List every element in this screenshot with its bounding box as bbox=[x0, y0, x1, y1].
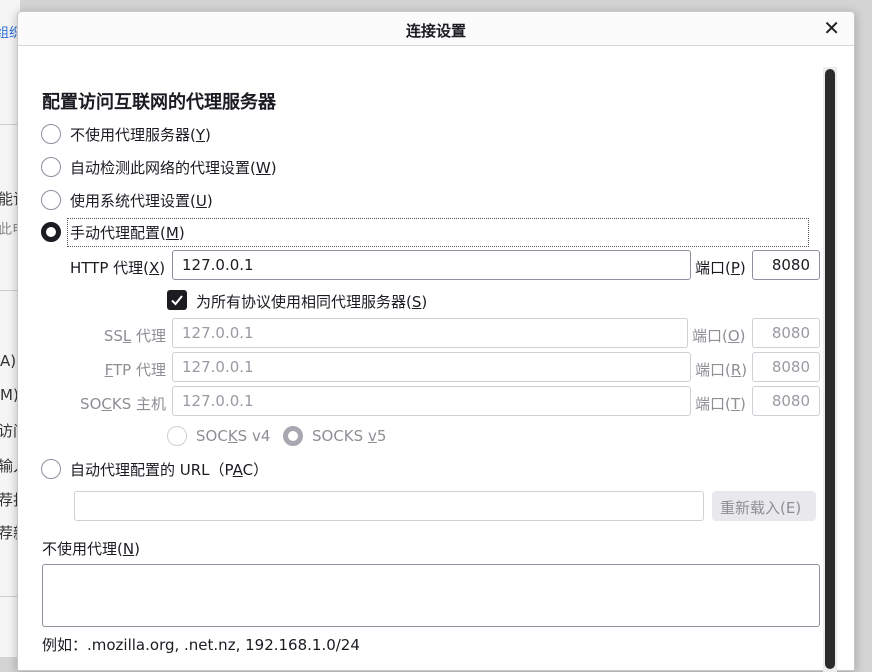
background-text: M) bbox=[0, 386, 19, 404]
radio-label: 使用系统代理设置(U) bbox=[70, 191, 213, 210]
socks-port-input[interactable]: 8080 bbox=[752, 386, 820, 416]
radio-button[interactable] bbox=[41, 459, 61, 479]
http-port-label: 端口(P) bbox=[695, 259, 746, 277]
radio-label: SOCKS v4 bbox=[196, 427, 271, 445]
radio-button[interactable] bbox=[41, 157, 61, 177]
radio-button[interactable] bbox=[41, 124, 61, 144]
radio-label: 自动检测此网络的代理设置(W) bbox=[70, 158, 277, 177]
ssl-port-input[interactable]: 8080 bbox=[752, 318, 820, 348]
radio-label: 自动代理配置的 URL（PAC） bbox=[70, 460, 269, 479]
radio-button-selected[interactable] bbox=[41, 222, 61, 242]
radio-manual-proxy[interactable]: 手动代理配置(M) bbox=[41, 217, 809, 247]
same-proxy-label: 为所有协议使用相同代理服务器(S) bbox=[196, 293, 428, 311]
ftp-port-label: 端口(R) bbox=[695, 361, 748, 379]
socks-host-input[interactable]: 127.0.0.1 bbox=[172, 386, 691, 416]
dialog-title: 连接设置 bbox=[405, 22, 466, 40]
ssl-proxy-label: SSL 代理 bbox=[103, 327, 166, 345]
radio-system-proxy[interactable]: 使用系统代理设置(U) bbox=[41, 186, 213, 214]
socks-port-label: 端口(T) bbox=[695, 395, 746, 413]
radio-button[interactable] bbox=[167, 426, 187, 446]
no-proxy-example: 例如：.mozilla.org, .net.nz, 192.168.1.0/24 bbox=[42, 636, 360, 654]
radio-label: 不使用代理服务器(Y) bbox=[70, 125, 211, 144]
socks-host-label: SOCKS 主机 bbox=[80, 395, 166, 413]
radio-button-selected[interactable] bbox=[283, 426, 303, 446]
radio-label: 手动代理配置(M) bbox=[67, 217, 809, 247]
connection-settings-dialog: 连接设置 ✕ 配置访问互联网的代理服务器 不使用代理服务器(Y) 自动检测此网络… bbox=[17, 11, 855, 672]
section-heading: 配置访问互联网的代理服务器 bbox=[42, 92, 276, 113]
background-divider bbox=[0, 124, 18, 125]
no-proxy-label: 不使用代理(N) bbox=[42, 540, 140, 558]
http-proxy-input[interactable]: 127.0.0.1 bbox=[172, 250, 691, 280]
background-divider bbox=[0, 290, 18, 291]
radio-no-proxy[interactable]: 不使用代理服务器(Y) bbox=[41, 120, 211, 148]
radio-auto-detect[interactable]: 自动检测此网络的代理设置(W) bbox=[41, 153, 277, 181]
ssl-proxy-input[interactable]: 127.0.0.1 bbox=[172, 318, 688, 348]
dialog-titlebar: 连接设置 ✕ bbox=[18, 12, 854, 46]
http-port-input[interactable]: 8080 bbox=[752, 250, 820, 280]
ftp-port-input[interactable]: 8080 bbox=[752, 352, 820, 382]
close-icon[interactable]: ✕ bbox=[823, 17, 840, 39]
http-proxy-label: HTTP 代理(X) bbox=[70, 259, 166, 277]
radio-button[interactable] bbox=[41, 190, 61, 210]
no-proxy-textarea[interactable] bbox=[42, 564, 820, 627]
ftp-proxy-input[interactable]: 127.0.0.1 bbox=[172, 352, 691, 382]
radio-socks-v5[interactable]: SOCKS v5 bbox=[283, 422, 386, 450]
pac-url-input[interactable] bbox=[74, 491, 704, 521]
background-text: A) bbox=[0, 352, 17, 370]
checkmark-icon bbox=[171, 295, 183, 306]
background-divider bbox=[0, 596, 18, 597]
scrollbar-thumb[interactable] bbox=[825, 69, 835, 669]
reload-button[interactable]: 重新载入(E) bbox=[712, 491, 816, 521]
radio-socks-v4[interactable]: SOCKS v4 bbox=[167, 422, 270, 450]
radio-pac-url[interactable]: 自动代理配置的 URL（PAC） bbox=[41, 455, 268, 483]
ssl-port-label: 端口(O) bbox=[692, 327, 746, 345]
ftp-proxy-label: FTP 代理 bbox=[104, 361, 166, 379]
same-proxy-checkbox[interactable] bbox=[167, 290, 187, 310]
radio-label: SOCKS v5 bbox=[312, 427, 387, 445]
